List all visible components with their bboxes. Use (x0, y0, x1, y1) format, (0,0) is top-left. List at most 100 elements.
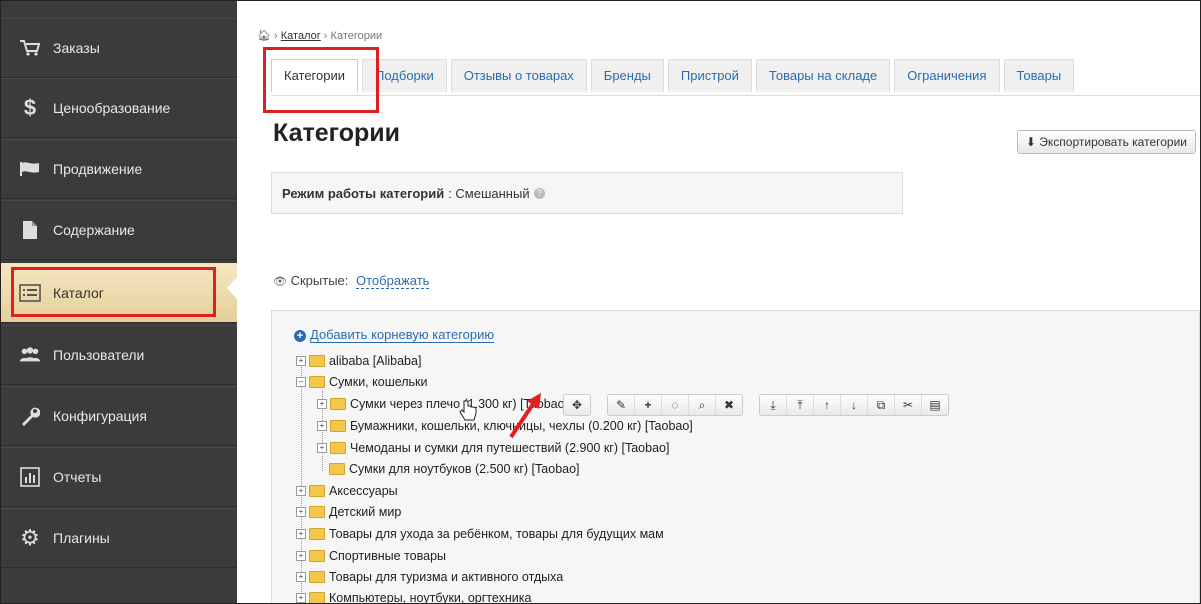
download-icon: ⬇ (1025, 135, 1036, 149)
sidebar-item-label: Заказы (53, 40, 100, 56)
highlight-box-categories-tab (263, 47, 379, 113)
hidden-filter: 👁︎ Скрытые: Отображать (273, 273, 430, 289)
tree-node[interactable]: + Спортивные товары (296, 549, 446, 563)
annotation-arrow (509, 393, 541, 439)
users-icon (19, 344, 41, 366)
expand-icon[interactable]: + (317, 399, 327, 409)
sidebar-item-users[interactable]: Пользователи (1, 325, 237, 385)
folder-icon (309, 571, 325, 583)
tab-stock[interactable]: Товары на складе (755, 59, 891, 92)
sidebar-item-reports[interactable]: Отчеты (1, 447, 237, 507)
tree-node[interactable]: + Бумажники, кошельки, ключницы, чехлы (0… (317, 419, 693, 433)
breadcrumb-catalog[interactable]: Каталог (281, 30, 321, 42)
add-root-category-link[interactable]: + Добавить корневую категорию (294, 327, 495, 343)
tree-node[interactable]: + Чемоданы и сумки для путешествий (2.900… (317, 441, 669, 455)
home-icon[interactable]: 🏠︎ (257, 30, 271, 42)
copy-icon[interactable]: ⧉ (868, 395, 895, 415)
tree-node[interactable]: + Компьютеры, ноутбуки, оргтехника (296, 591, 531, 603)
gear-icon: ⚙ (20, 525, 40, 550)
sidebar-item-plugins[interactable]: ⚙ Плагины (1, 508, 237, 568)
hidden-label: Скрытые: (290, 273, 349, 288)
page-title: Категории (273, 119, 400, 147)
sidebar-item-label: Отчеты (53, 469, 102, 485)
sidebar-item-label: Ценообразование (53, 100, 171, 116)
sidebar-item-label: Пользователи (53, 347, 145, 363)
breadcrumb: 🏠︎ › Каталог › Категории (257, 30, 383, 42)
folder-icon (309, 355, 325, 367)
export-categories-button[interactable]: ⬇ Экспортировать категории (1016, 130, 1196, 154)
tab-restrictions[interactable]: Ограничения (894, 59, 1000, 92)
tree-node[interactable]: + Аксессуары (296, 484, 398, 498)
toolbar-group-transfer: ⤓ ⤒ ↑ ↓ ⧉ ✂ ▤ (759, 394, 949, 416)
tree-node[interactable]: + Детский мир (296, 505, 401, 519)
node-toolbar: ✥ ✎ + ◌ ⌕ ✖ ⤓ ⤒ ↑ ↓ ⧉ ✂ ▤ (563, 394, 949, 416)
sidebar-item-pricing[interactable]: $ Ценообразование (1, 78, 237, 138)
sidebar-item-config[interactable]: Конфигурация (1, 386, 237, 446)
expand-icon[interactable]: + (296, 507, 306, 517)
export-label: Экспортировать категории (1039, 135, 1187, 149)
download-icon[interactable]: ⤓ (760, 395, 787, 415)
wrench-icon (19, 405, 41, 427)
add-icon[interactable]: + (635, 395, 662, 415)
mode-value: : Смешанный (448, 185, 530, 201)
folder-icon (309, 528, 325, 540)
show-hidden-link[interactable]: Отображать (356, 273, 430, 289)
file-icon (19, 219, 41, 241)
toolbar-group-move: ✥ (563, 394, 591, 416)
help-icon[interactable]: ? (533, 187, 545, 199)
breadcrumb-current: Категории (330, 30, 383, 42)
tree-node[interactable]: + Товары для туризма и активного отдыха (296, 570, 563, 584)
folder-icon (309, 376, 325, 388)
cart-icon (19, 37, 41, 59)
expand-icon[interactable]: + (296, 593, 306, 603)
edit-icon[interactable]: ✎ (608, 395, 635, 415)
sidebar-item-label: Плагины (53, 530, 110, 546)
sidebar-item-promotion[interactable]: Продвижение (1, 139, 237, 199)
paste-icon[interactable]: ▤ (922, 395, 948, 415)
cut-icon[interactable]: ✂ (895, 395, 922, 415)
delete-icon[interactable]: ✖ (716, 395, 742, 415)
toolbar-group-edit: ✎ + ◌ ⌕ ✖ (607, 394, 743, 416)
main-content: 🏠︎ › Каталог › Категории Категории Подбо… (237, 1, 1200, 603)
hand-cursor-icon (459, 400, 477, 421)
expand-icon[interactable]: + (296, 356, 306, 366)
search-icon[interactable]: ⌕ (689, 395, 716, 415)
hide-icon[interactable]: ◌ (662, 395, 689, 415)
app-window: Заказы $ Ценообразование Продвижение Сод… (0, 0, 1201, 604)
tab-brands[interactable]: Бренды (590, 59, 664, 92)
move-up-icon[interactable]: ↑ (814, 395, 841, 415)
tree-node[interactable]: Сумки для ноутбуков (2.500 кг) [Taobao] (329, 462, 580, 476)
tree-node[interactable]: − Сумки, кошельки (296, 375, 428, 389)
expand-icon[interactable]: + (317, 421, 327, 431)
tab-pristroy[interactable]: Пристрой (667, 59, 752, 92)
category-mode-panel: Режим работы категорий : Смешанный ? (271, 172, 903, 214)
move-down-icon[interactable]: ↓ (841, 395, 868, 415)
tree-node[interactable]: + alibaba [Alibaba] (296, 354, 421, 368)
sidebar-item-orders[interactable]: Заказы (1, 18, 237, 78)
move-icon[interactable]: ✥ (564, 395, 590, 415)
upload-icon[interactable]: ⤒ (787, 395, 814, 415)
mode-label: Режим работы категорий (282, 185, 445, 201)
folder-icon (330, 442, 346, 454)
tab-reviews[interactable]: Отзывы о товарах (450, 59, 587, 92)
sidebar-item-content[interactable]: Содержание (1, 200, 237, 260)
active-pointer (227, 277, 237, 299)
folder-icon (309, 485, 325, 497)
expand-icon[interactable]: + (317, 443, 327, 453)
tree-node[interactable]: + Товары для ухода за ребёнком, товары дл… (296, 527, 664, 541)
expand-icon[interactable]: + (296, 572, 306, 582)
dollar-icon: $ (23, 95, 37, 120)
flag-icon (19, 158, 41, 180)
expand-icon[interactable]: + (296, 551, 306, 561)
collapse-icon[interactable]: − (296, 377, 306, 387)
folder-icon (330, 398, 346, 410)
folder-icon (329, 463, 345, 475)
folder-icon (309, 550, 325, 562)
expand-icon[interactable]: + (296, 529, 306, 539)
expand-icon[interactable]: + (296, 486, 306, 496)
sidebar-item-label: Конфигурация (53, 408, 147, 424)
tab-bar: Категории Подборки Отзывы о товарах Брен… (271, 59, 1075, 92)
tab-goods[interactable]: Товары (1003, 59, 1075, 92)
tab-divider (271, 95, 1200, 96)
category-tree-panel: + Добавить корневую категорию + alibaba [A… (271, 310, 1200, 603)
